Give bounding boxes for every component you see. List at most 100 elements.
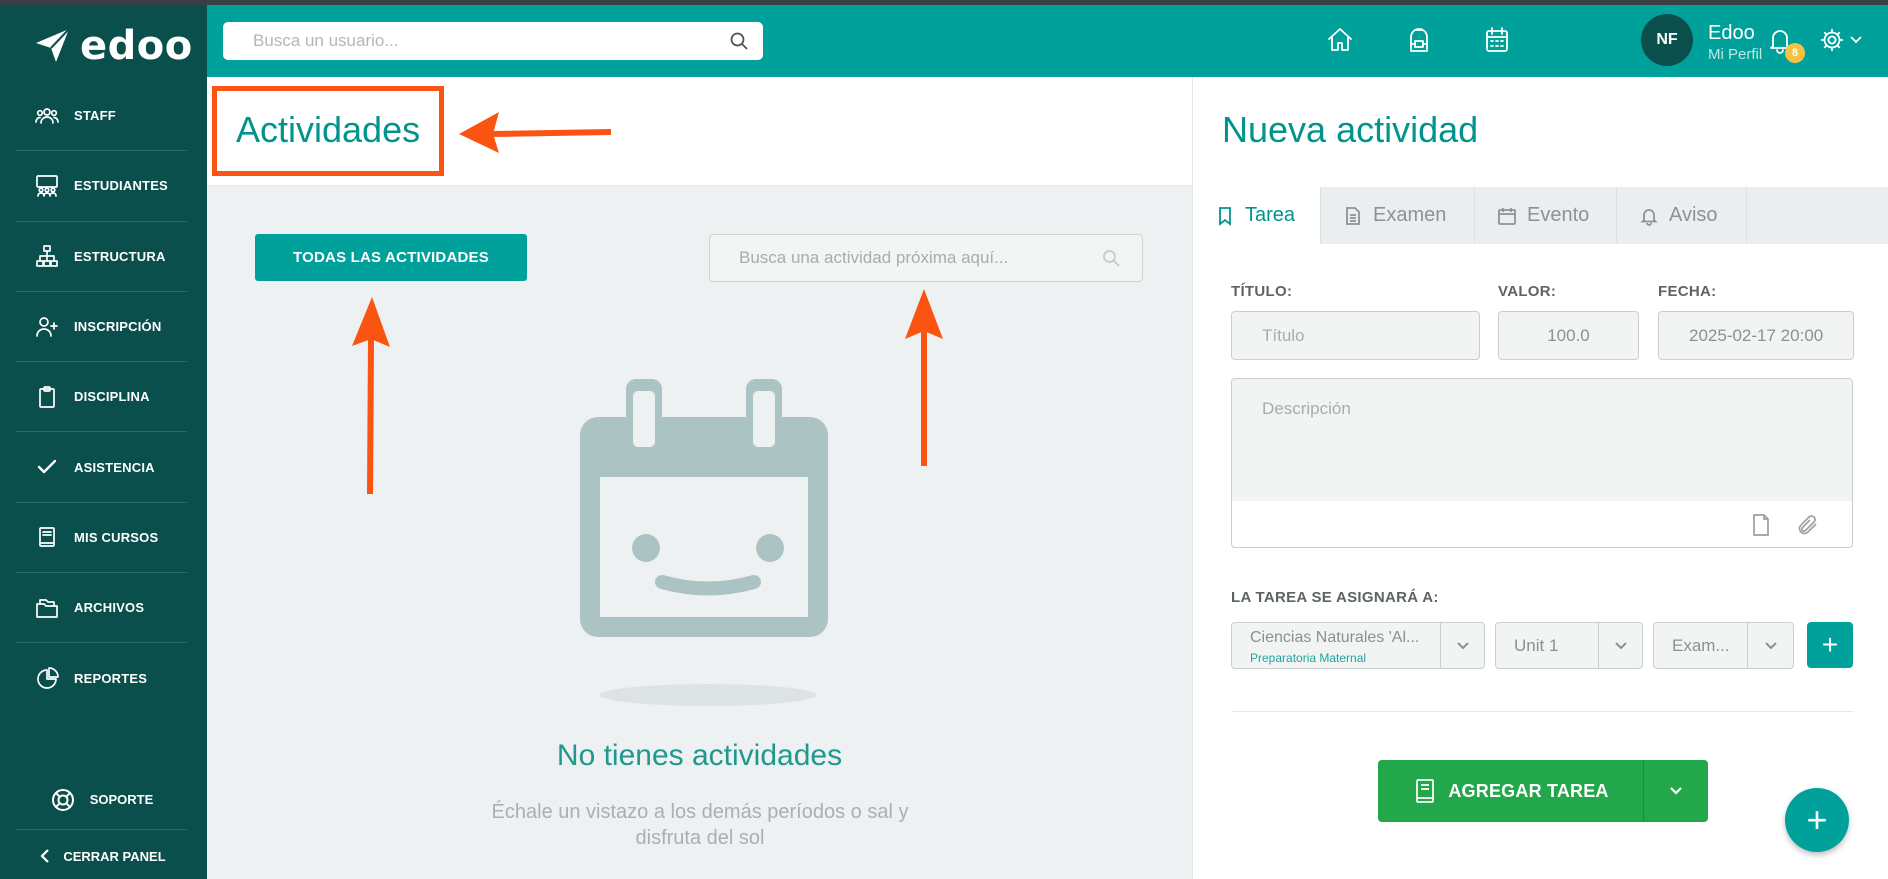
sidebar-item-label: INSCRIPCIÓN	[74, 319, 162, 335]
empty-calendar-icon	[580, 379, 828, 706]
empty-state-subtitle: Échale un vistazo a los demás períodos o…	[491, 801, 909, 849]
add-task-button[interactable]: AGREGAR TAREA	[1378, 760, 1708, 822]
user-plus-icon	[34, 314, 60, 340]
all-activities-button[interactable]: TODAS LAS ACTIVIDADES	[255, 234, 527, 281]
avatar[interactable]: NF	[1641, 14, 1693, 66]
add-assignee-button[interactable]: +	[1807, 622, 1853, 668]
bell-icon	[1640, 208, 1658, 226]
empty-state-title: No tienes actividades	[556, 739, 843, 772]
tab-tarea[interactable]: Tarea	[1193, 187, 1321, 244]
user-search-input[interactable]	[223, 22, 763, 60]
check-icon	[34, 454, 60, 480]
users-icon	[34, 103, 60, 129]
chevron-left-icon	[40, 849, 50, 863]
arrow-left-annotation	[459, 112, 612, 153]
home-icon[interactable]	[1325, 25, 1355, 55]
arrow-up-annotation	[905, 289, 943, 466]
pie-chart-icon	[34, 666, 60, 692]
search-icon[interactable]	[1102, 249, 1120, 267]
notification-badge: 8	[1785, 43, 1805, 63]
activity-search	[709, 234, 1143, 282]
new-activity-panel: Nueva actividad Tarea Examen Evento Avis…	[1192, 77, 1888, 879]
tab-label: Tarea	[1245, 204, 1296, 226]
course-select-subtitle: Preparatoria Maternal	[1250, 651, 1367, 665]
add-task-dropdown[interactable]	[1644, 783, 1708, 799]
book-icon	[34, 524, 60, 550]
collapse-label: CERRAR PANEL	[63, 848, 166, 864]
sidebar-item-estructura[interactable]: ESTRUCTURA	[16, 222, 187, 292]
description-box	[1231, 378, 1853, 548]
chevron-down-icon	[1747, 623, 1793, 668]
students-icon	[34, 173, 60, 199]
chevron-down-icon	[1598, 623, 1642, 668]
add-task-label: AGREGAR TAREA	[1448, 780, 1609, 801]
sidebar-item-label: REPORTES	[74, 671, 148, 687]
support-label: SOPORTE	[89, 792, 154, 807]
sidebar-item-asistencia[interactable]: ASISTENCIA	[16, 432, 187, 503]
calendar-icon	[1498, 207, 1516, 225]
title-input[interactable]	[1231, 311, 1480, 360]
add-task-main[interactable]: AGREGAR TAREA	[1378, 760, 1644, 822]
sidebar: edoo STAFF ESTUDIANTES ESTRUCTURA INSCRI…	[0, 5, 207, 879]
support-link[interactable]: SOPORTE	[16, 770, 187, 830]
sidebar-item-label: ASISTENCIA	[74, 459, 155, 475]
user-name[interactable]: Edoo	[1708, 22, 1755, 45]
course-select-value: Ciencias Naturales 'Al...	[1250, 629, 1420, 646]
my-profile-link[interactable]: Mi Perfil	[1708, 46, 1762, 63]
divider	[1231, 711, 1853, 712]
sidebar-item-label: ESTRUCTURA	[74, 248, 166, 264]
user-search	[223, 22, 763, 60]
course-select[interactable]: Ciencias Naturales 'Al... Preparatoria M…	[1231, 622, 1485, 669]
floating-add-button[interactable]: +	[1785, 788, 1849, 852]
brand-logo[interactable]: edoo	[34, 23, 193, 69]
sidebar-item-reportes[interactable]: REPORTES	[16, 643, 187, 713]
backpack-icon[interactable]	[1404, 25, 1434, 55]
sidebar-item-mis-cursos[interactable]: MIS CURSOS	[16, 503, 187, 574]
assign-label: LA TAREA SE ASIGNARÁ A:	[1231, 589, 1439, 606]
tab-examen[interactable]: Examen	[1321, 187, 1475, 244]
collapse-panel-button[interactable]: CERRAR PANEL	[16, 839, 187, 873]
sidebar-item-label: DISCIPLINA	[74, 389, 150, 405]
settings-menu[interactable]	[1819, 27, 1863, 53]
sidebar-item-label: ESTUDIANTES	[74, 178, 168, 194]
chevron-down-icon	[1440, 623, 1484, 668]
gear-icon	[1821, 29, 1843, 51]
description-textarea[interactable]	[1232, 379, 1852, 501]
folders-icon	[34, 595, 60, 621]
unit-select-value: Unit 1	[1514, 636, 1559, 655]
sidebar-item-disciplina[interactable]: DISCIPLINA	[16, 362, 187, 433]
search-icon[interactable]	[729, 31, 749, 51]
top-header: 8 NF Edoo Mi Perfil	[207, 5, 1888, 77]
document-icon	[1346, 206, 1360, 225]
tab-label: Aviso	[1669, 204, 1718, 226]
plus-icon: +	[1806, 799, 1828, 840]
sidebar-item-label: ARCHIVOS	[74, 600, 145, 616]
paper-plane-icon	[36, 28, 70, 62]
activity-type-tabs: Tarea Examen Evento Aviso	[1193, 187, 1888, 244]
sidebar-item-estudiantes[interactable]: ESTUDIANTES	[16, 151, 187, 222]
calendar-icon[interactable]	[1482, 25, 1512, 55]
sidebar-item-inscripcion[interactable]: INSCRIPCIÓN	[16, 292, 187, 363]
highlight-box	[212, 86, 444, 176]
sidebar-item-label: MIS CURSOS	[74, 529, 159, 545]
paperclip-icon[interactable]	[1796, 513, 1820, 537]
sidebar-item-archivos[interactable]: ARCHIVOS	[16, 573, 187, 644]
chevron-down-icon	[1670, 787, 1682, 795]
tab-aviso[interactable]: Aviso	[1617, 187, 1747, 244]
file-icon[interactable]	[1749, 513, 1773, 537]
date-label: FECHA:	[1658, 283, 1717, 300]
activity-search-input[interactable]	[710, 235, 1142, 281]
date-input[interactable]	[1658, 311, 1854, 360]
value-input[interactable]	[1498, 311, 1639, 360]
panel-title: Nueva actividad	[1222, 109, 1479, 150]
sidebar-item-staff[interactable]: STAFF	[16, 81, 187, 152]
type-select[interactable]: Exam...	[1653, 622, 1794, 669]
title-label: TÍTULO:	[1231, 283, 1293, 300]
unit-select[interactable]: Unit 1	[1495, 622, 1643, 669]
caret-down-icon	[1850, 36, 1862, 44]
tab-evento[interactable]: Evento	[1475, 187, 1617, 244]
book-icon	[1416, 779, 1435, 803]
hierarchy-icon	[34, 243, 60, 269]
sidebar-item-label: STAFF	[74, 108, 116, 124]
type-select-value: Exam...	[1672, 636, 1730, 655]
